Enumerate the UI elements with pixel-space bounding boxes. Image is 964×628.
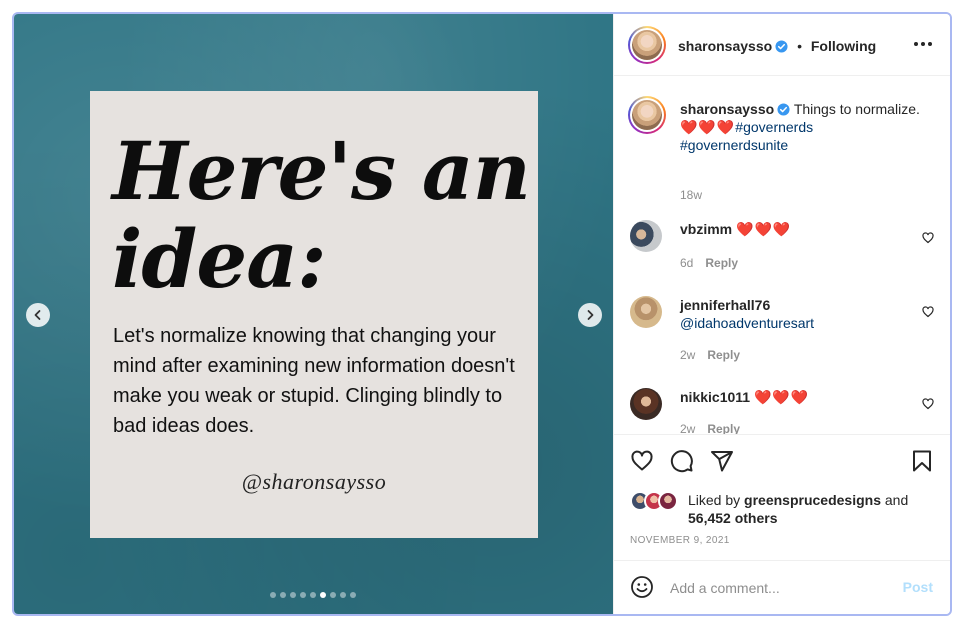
hashtag-governerds[interactable]: #governerds: [735, 119, 813, 135]
caption-timestamp[interactable]: 18w: [680, 188, 702, 202]
comment-body: ❤️❤️❤️: [736, 221, 792, 237]
comment-username[interactable]: nikkic1011: [680, 389, 750, 405]
caption-avatar[interactable]: [628, 96, 666, 134]
add-comment-input[interactable]: [670, 577, 890, 599]
slide-dot: [330, 592, 336, 598]
reply-button[interactable]: Reply: [707, 422, 740, 434]
verified-badge-icon: [775, 40, 788, 53]
commenter-avatar[interactable]: [630, 296, 662, 328]
slide-dot: [270, 592, 276, 598]
add-comment-bar: Post: [614, 560, 950, 614]
slide-indicator: [270, 592, 356, 598]
slide-dot: [320, 592, 326, 598]
caption-text: sharonsaysso Things to normalize. ❤️❤️❤️…: [680, 100, 940, 154]
slide-dot: [310, 592, 316, 598]
comment-mention[interactable]: @idahoadventuresart: [680, 315, 814, 331]
like-comment-icon[interactable]: [922, 398, 934, 410]
author-info: sharonsaysso • Following: [678, 38, 876, 54]
share-icon[interactable]: [710, 449, 734, 473]
more-dot-icon: [928, 42, 932, 46]
comment-icon[interactable]: [670, 449, 694, 473]
comment-body: ❤️❤️❤️: [753, 389, 810, 405]
chevron-right-icon: [587, 310, 594, 320]
comments-section: sharonsaysso Things to normalize. ❤️❤️❤️…: [614, 76, 950, 434]
post-comment-button[interactable]: Post: [903, 579, 933, 595]
heart-icon[interactable]: [630, 449, 654, 473]
likes-text: Liked by greensprucedesigns and 56,452 o…: [688, 491, 938, 527]
likes-conjunction: and: [884, 492, 909, 508]
comment-meta: 2w Reply: [680, 348, 740, 362]
liker-avatars: [630, 491, 682, 513]
next-slide-button[interactable]: [578, 303, 602, 327]
comment-meta: 6d Reply: [680, 256, 738, 270]
post-date[interactable]: NOVEMBER 9, 2021: [630, 535, 730, 546]
author-avatar[interactable]: [628, 26, 666, 64]
caption-username[interactable]: sharonsaysso: [680, 101, 774, 117]
commenter-avatar[interactable]: [630, 220, 662, 252]
quote-card: Here's an idea: Let's normalize knowing …: [90, 91, 538, 538]
reply-button[interactable]: Reply: [707, 348, 740, 362]
chevron-left-icon: [34, 310, 41, 320]
caption-body: Things to normalize.: [793, 101, 920, 117]
reply-button[interactable]: Reply: [705, 256, 738, 270]
slide-dot: [290, 592, 296, 598]
comment-timestamp[interactable]: 6d: [680, 256, 693, 270]
following-button[interactable]: Following: [811, 38, 876, 54]
slide-dot: [300, 592, 306, 598]
header-separator: •: [797, 38, 802, 54]
more-options-button[interactable]: [913, 36, 933, 52]
comment-meta: 2w Reply: [680, 422, 740, 434]
verified-badge-icon: [777, 103, 790, 116]
more-dot-icon: [914, 42, 918, 46]
quote-signature: @sharonsaysso: [241, 469, 387, 494]
quote-body: Let's normalize knowing that changing yo…: [113, 325, 515, 437]
comment-text: jenniferhall76 @idahoadventuresart: [680, 296, 900, 332]
comment-text: vbzimm ❤️❤️❤️: [680, 220, 900, 238]
likes-prefix: Liked by: [688, 492, 741, 508]
emoji-icon[interactable]: [630, 575, 654, 599]
post-sidebar: sharonsaysso • Following sharonsaysso Th…: [613, 14, 950, 614]
hashtag-governerdsunite[interactable]: #governerdsunite: [680, 137, 788, 153]
like-comment-icon[interactable]: [922, 232, 934, 244]
more-dot-icon: [921, 42, 925, 46]
post-media[interactable]: Here's an idea: Let's normalize knowing …: [14, 14, 613, 614]
slide-dot: [350, 592, 356, 598]
liker-avatar[interactable]: [658, 491, 678, 511]
commenter-avatar[interactable]: [630, 388, 662, 420]
bookmark-icon[interactable]: [910, 449, 934, 473]
slide-dot: [280, 592, 286, 598]
like-comment-icon[interactable]: [922, 306, 934, 318]
comment-timestamp[interactable]: 2w: [680, 422, 695, 434]
previous-slide-button[interactable]: [26, 303, 50, 327]
likes-user-link[interactable]: greensprucedesigns: [744, 492, 881, 508]
author-username[interactable]: sharonsaysso: [678, 38, 772, 54]
post-header: sharonsaysso • Following: [614, 14, 950, 76]
comment-username[interactable]: jenniferhall76: [680, 297, 770, 313]
caption-hearts: ❤️❤️❤️: [680, 119, 736, 135]
comment-timestamp[interactable]: 2w: [680, 348, 695, 362]
comment-text: nikkic1011 ❤️❤️❤️: [680, 388, 900, 406]
comment-username[interactable]: vbzimm: [680, 221, 732, 237]
slide-dot: [340, 592, 346, 598]
quote-headline: Here's an idea:: [112, 124, 531, 306]
instagram-post-frame: Here's an idea: Let's normalize knowing …: [12, 12, 952, 616]
post-actions: Liked by greensprucedesigns and 56,452 o…: [614, 434, 950, 560]
likes-others-link[interactable]: 56,452 others: [688, 510, 778, 526]
